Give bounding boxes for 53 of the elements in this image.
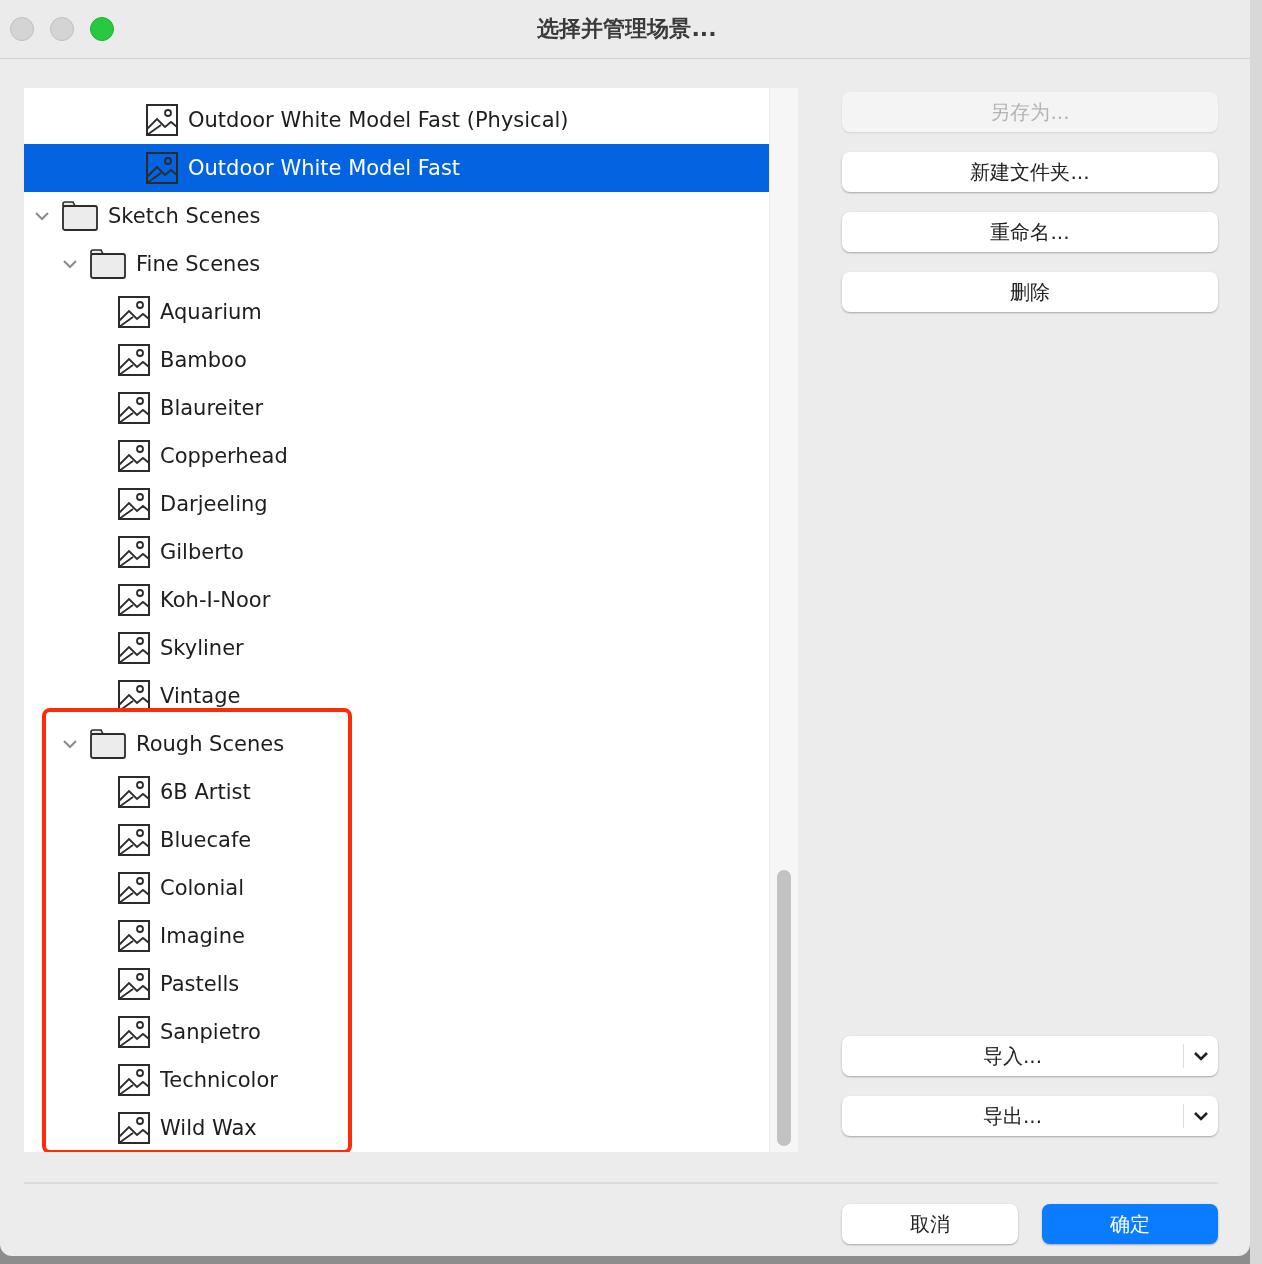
scene-row[interactable]: Pastells (24, 960, 769, 1008)
scene-row[interactable]: Vintage (24, 672, 769, 720)
image-icon (118, 296, 150, 328)
cancel-button[interactable]: 取消 (842, 1204, 1018, 1244)
image-icon (118, 1016, 150, 1048)
ok-button[interactable]: 确定 (1042, 1204, 1218, 1244)
folder-icon (90, 249, 126, 279)
scene-row[interactable]: Aquarium (24, 288, 769, 336)
scene-row[interactable]: Outdoor White Model Fast (Physical) (24, 96, 769, 144)
scene-row[interactable]: Copperhead (24, 432, 769, 480)
scene-row[interactable]: Koh-I-Noor (24, 576, 769, 624)
image-icon (118, 488, 150, 520)
folder-row[interactable]: Fine Scenes (24, 240, 769, 288)
image-icon (118, 344, 150, 376)
action-button[interactable]: 新建文件夹... (842, 152, 1218, 192)
action-button[interactable]: 删除 (842, 272, 1218, 312)
scene-row[interactable]: Technicolor (24, 1056, 769, 1104)
folder-icon (90, 729, 126, 759)
image-icon (118, 968, 150, 1000)
scene-row[interactable]: Colonial (24, 864, 769, 912)
action-button[interactable]: 重命名... (842, 212, 1218, 252)
folder-icon (62, 201, 98, 231)
folder-row[interactable]: Rough Scenes (24, 720, 769, 768)
scene-row[interactable]: Darjeeling (24, 480, 769, 528)
scene-row[interactable]: 6B Artist (24, 768, 769, 816)
scene-row[interactable]: Bluecafe (24, 816, 769, 864)
scene-row[interactable]: Wild Wax (24, 1104, 769, 1152)
image-icon (118, 536, 150, 568)
menu-button[interactable]: 导出... (842, 1096, 1218, 1136)
image-icon (118, 392, 150, 424)
scrollbar-thumb[interactable] (777, 870, 791, 1146)
image-icon (118, 776, 150, 808)
scene-row[interactable]: Sanpietro (24, 1008, 769, 1056)
image-icon (118, 584, 150, 616)
scene-row[interactable]: Blaureiter (24, 384, 769, 432)
image-icon (146, 152, 178, 184)
image-icon (118, 1112, 150, 1144)
image-icon (118, 632, 150, 664)
image-icon (118, 1064, 150, 1096)
folder-row[interactable]: Sketch Scenes (24, 192, 769, 240)
scene-row[interactable]: Skyliner (24, 624, 769, 672)
window-title: 选择并管理场景... (537, 16, 717, 41)
zoom-button[interactable] (90, 17, 114, 41)
scene-row[interactable]: Imagine (24, 912, 769, 960)
scene-row[interactable]: Gilberto (24, 528, 769, 576)
image-icon (118, 920, 150, 952)
image-icon (118, 872, 150, 904)
image-icon (118, 440, 150, 472)
menu-button[interactable]: 导入... (842, 1036, 1218, 1076)
scene-row[interactable]: Bamboo (24, 336, 769, 384)
image-icon (118, 824, 150, 856)
scene-row[interactable]: Outdoor White Model Fast (24, 144, 769, 192)
image-icon (146, 104, 178, 136)
